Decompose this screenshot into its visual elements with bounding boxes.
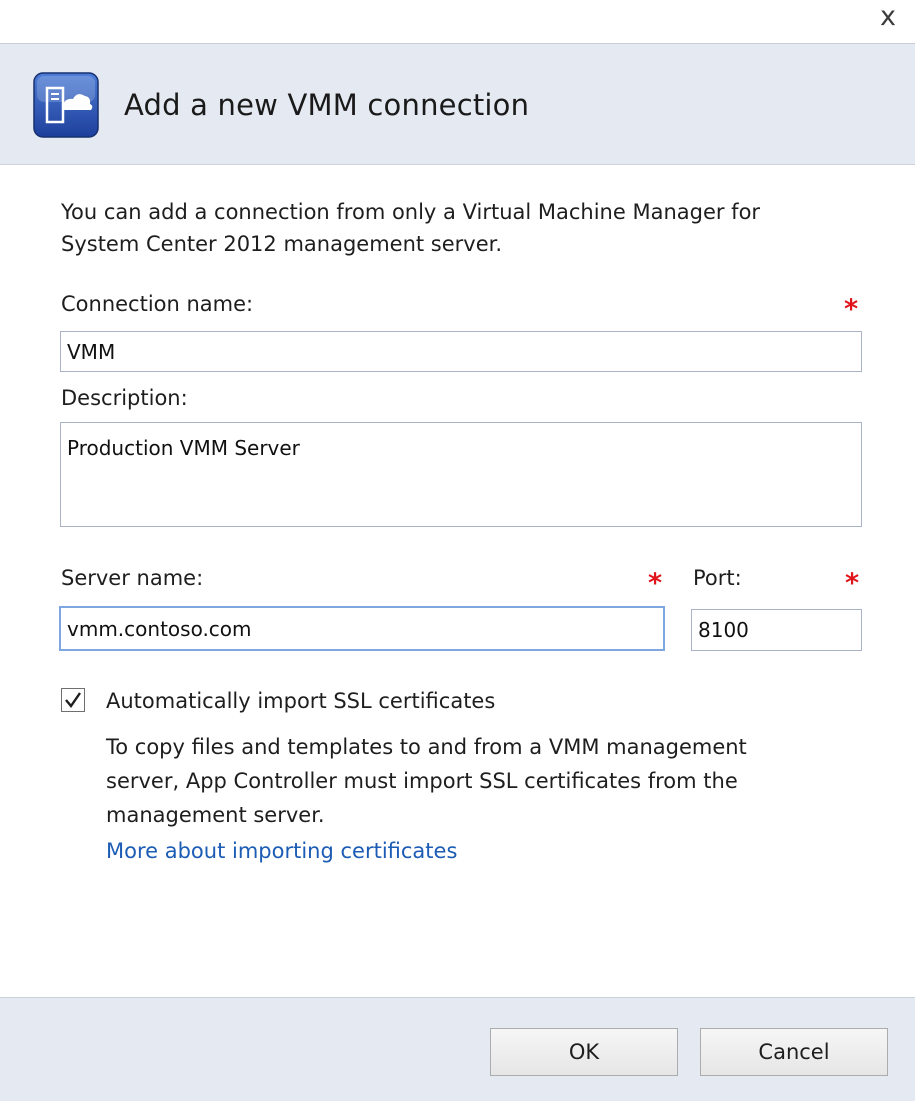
description-label: Description:	[61, 386, 188, 410]
port-required-marker: *	[845, 568, 860, 599]
dialog-header: Add a new VMM connection	[0, 43, 915, 165]
connection-name-label: Connection name:	[61, 292, 254, 316]
vmm-connection-icon	[33, 72, 99, 138]
import-ssl-checkbox[interactable]	[61, 688, 85, 712]
port-label: Port:	[693, 566, 742, 590]
import-ssl-description: To copy files and templates to and from …	[106, 735, 747, 827]
connection-name-required-marker: *	[844, 294, 859, 325]
server-name-required-marker: *	[648, 568, 663, 599]
server-name-label: Server name:	[61, 566, 204, 590]
port-input[interactable]	[691, 609, 862, 651]
checkmark-icon	[65, 692, 81, 708]
close-button[interactable]: x	[874, 2, 902, 32]
description-textarea[interactable]: Production VMM Server	[60, 422, 862, 527]
server-name-input[interactable]	[59, 606, 665, 651]
cancel-button[interactable]: Cancel	[700, 1028, 888, 1076]
ok-button[interactable]: OK	[490, 1028, 678, 1076]
intro-text: You can add a connection from only a Vir…	[61, 200, 761, 256]
connection-name-input[interactable]	[60, 331, 862, 372]
more-about-certificates-link[interactable]: More about importing certificates	[106, 839, 457, 863]
dialog-title: Add a new VMM connection	[124, 88, 530, 122]
import-ssl-label[interactable]: Automatically import SSL certificates	[106, 689, 495, 713]
dialog-footer: OK Cancel	[0, 997, 915, 1101]
